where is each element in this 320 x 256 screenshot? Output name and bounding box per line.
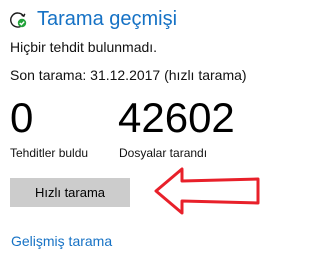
files-scanned-label: Dosyalar tarandı xyxy=(119,146,208,160)
quick-scan-button[interactable]: Hızlı tarama xyxy=(10,178,130,207)
advanced-scan-link[interactable]: Gelişmiş tarama xyxy=(11,232,112,250)
threats-found-label: Tehditler buldu xyxy=(10,146,89,160)
last-scan-info: Son tarama: 31.12.2017 (hızlı tarama) xyxy=(10,67,247,83)
files-scanned-count: 42602 xyxy=(118,94,235,141)
scan-status-message: Hiçbir tehdit bulunmadı. xyxy=(10,39,158,55)
history-clock-icon xyxy=(9,10,27,28)
threats-found-count: 0 xyxy=(10,94,34,141)
left-arrow-icon xyxy=(154,167,260,215)
page-title: Tarama geçmişi xyxy=(37,8,178,30)
page-header: Tarama geçmişi xyxy=(9,7,177,31)
